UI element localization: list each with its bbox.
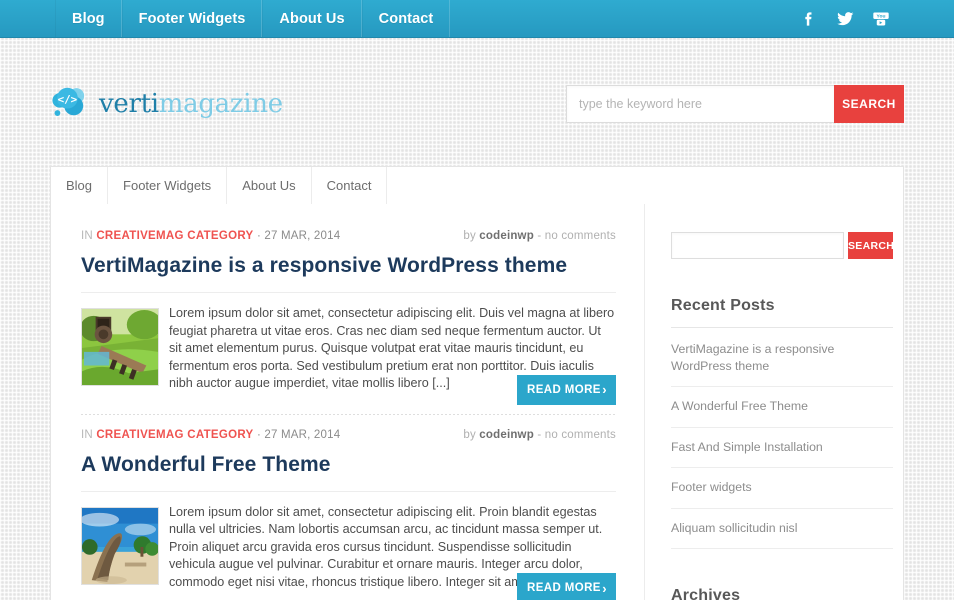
- post-category-link[interactable]: CREATIVEMAG CATEGORY: [96, 230, 253, 242]
- read-more-button[interactable]: READ MORE ›: [517, 374, 616, 405]
- sidebar: SEARCH Recent Posts VertiMagazine is a r…: [644, 204, 925, 600]
- top-navigation: Blog Footer Widgets About Us Contact: [55, 0, 451, 37]
- list-item[interactable]: Fast And Simple Installation: [671, 428, 893, 468]
- list-item[interactable]: Aliquam sollicitudin nisl: [671, 509, 893, 549]
- post-category-link[interactable]: CREATIVEMAG CATEGORY: [96, 429, 253, 441]
- main-content: IN CREATIVEMAG CATEGORY · 27 MAR, 2014 b…: [51, 204, 644, 600]
- meta-in-label: IN: [81, 230, 93, 242]
- topnav-item-contact[interactable]: Contact: [361, 0, 451, 37]
- recent-posts-list: VertiMagazine is a responsive WordPress …: [671, 328, 893, 549]
- post-separator: [81, 413, 616, 415]
- logo-text-primary: verti: [99, 89, 159, 119]
- social-links: You: [798, 0, 954, 37]
- post-title-link[interactable]: VertiMagazine is a responsive WordPress …: [81, 254, 616, 278]
- content-wrapper: IN CREATIVEMAG CATEGORY · 27 MAR, 2014 b…: [50, 204, 904, 600]
- topnav-item-about-us[interactable]: About Us: [262, 0, 362, 37]
- facebook-icon[interactable]: [798, 8, 820, 30]
- read-more-label: READ MORE: [527, 383, 601, 396]
- meta-separator: ·: [256, 230, 261, 242]
- sidebar-search-input[interactable]: [671, 232, 844, 259]
- list-item[interactable]: VertiMagazine is a responsive WordPress …: [671, 328, 893, 387]
- post-author-link[interactable]: codeinwp: [479, 429, 534, 441]
- subnav-item-contact[interactable]: Contact: [312, 167, 388, 204]
- chevron-right-icon: ›: [602, 580, 607, 596]
- twitter-icon[interactable]: [834, 8, 856, 30]
- post-title-link[interactable]: A Wonderful Free Theme: [81, 453, 616, 477]
- list-item[interactable]: A Wonderful Free Theme: [671, 387, 893, 428]
- meta-separator: ·: [256, 428, 261, 441]
- header-search-input[interactable]: [566, 85, 834, 123]
- post-article: IN CREATIVEMAG CATEGORY · 27 MAR, 2014 b…: [81, 429, 616, 600]
- subnav-item-footer-widgets[interactable]: Footer Widgets: [108, 167, 228, 204]
- post-author-link[interactable]: codeinwp: [479, 230, 534, 242]
- meta-author-prefix: by: [463, 230, 476, 242]
- svg-text:</>: </>: [58, 93, 78, 106]
- post-comments-link[interactable]: - no comments: [537, 429, 616, 441]
- read-more-row: READ MORE ›: [81, 573, 616, 600]
- meta-in-label: IN: [81, 428, 93, 441]
- title-divider: [81, 292, 616, 293]
- post-meta: IN CREATIVEMAG CATEGORY · 27 MAR, 2014 b…: [81, 230, 616, 242]
- post-date: 27 MAR, 2014: [264, 230, 341, 242]
- chevron-right-icon: ›: [602, 382, 607, 397]
- top-bar: Blog Footer Widgets About Us Contact You: [0, 0, 954, 38]
- post-article: IN CREATIVEMAG CATEGORY · 27 MAR, 2014 b…: [81, 230, 616, 415]
- meta-author-prefix: by: [463, 428, 476, 441]
- sidebar-search: SEARCH: [671, 232, 894, 259]
- archives-heading: Archives: [671, 587, 741, 600]
- header-search-button[interactable]: SEARCH: [834, 85, 904, 123]
- svg-text:You: You: [877, 13, 886, 19]
- list-item[interactable]: Footer widgets: [671, 468, 893, 509]
- site-header: </> vertimagazine SEARCH: [0, 38, 954, 166]
- subnav-item-blog[interactable]: Blog: [51, 167, 109, 204]
- topnav-item-blog[interactable]: Blog: [55, 0, 122, 37]
- post-meta: IN CREATIVEMAG CATEGORY · 27 MAR, 2014 b…: [81, 429, 616, 441]
- youtube-icon[interactable]: You: [870, 8, 892, 30]
- post-date: 27 MAR, 2014: [264, 428, 341, 441]
- read-more-button[interactable]: READ MORE ›: [517, 573, 616, 600]
- post-comments-link[interactable]: - no comments: [537, 230, 616, 242]
- sidebar-search-button[interactable]: SEARCH: [848, 232, 894, 259]
- read-more-row: READ MORE ›: [81, 374, 616, 405]
- title-divider: [81, 490, 616, 492]
- read-more-label: READ MORE: [527, 582, 601, 594]
- code-bubble-icon: </>: [50, 85, 92, 123]
- topnav-item-footer-widgets[interactable]: Footer Widgets: [121, 0, 263, 37]
- subnav-item-about-us[interactable]: About Us: [227, 167, 312, 204]
- site-logo[interactable]: </> vertimagazine: [50, 85, 283, 123]
- recent-posts-heading: Recent Posts: [671, 297, 775, 314]
- header-search: SEARCH: [566, 85, 904, 123]
- logo-text-secondary: magazine: [158, 89, 283, 119]
- secondary-navigation: Blog Footer Widgets About Us Contact: [50, 166, 904, 204]
